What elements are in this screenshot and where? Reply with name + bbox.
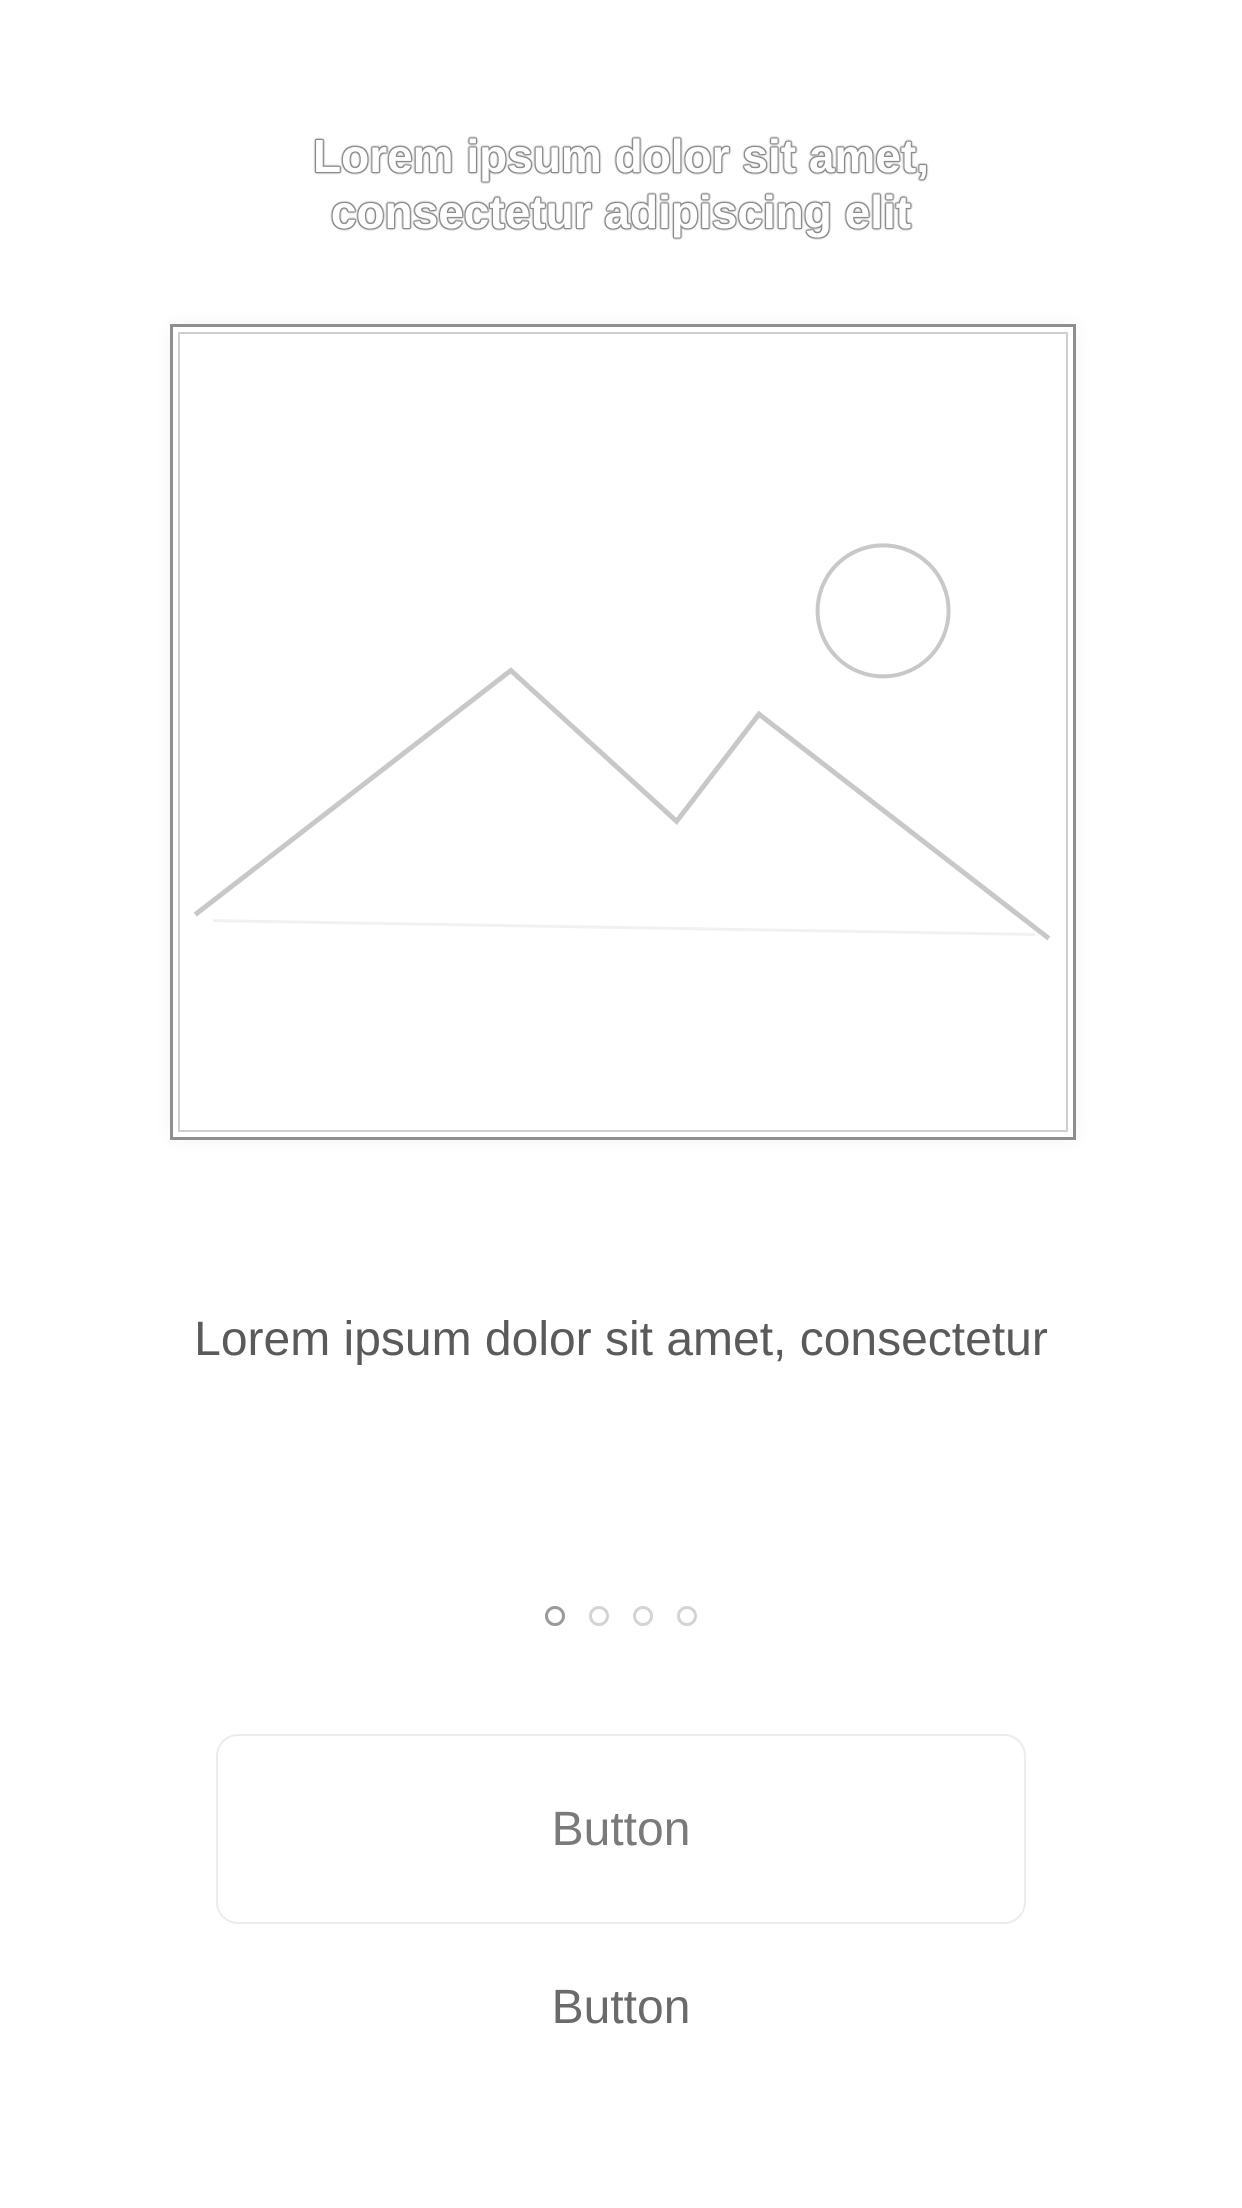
page-title: Lorem ipsum dolor sit amet, consectetur …: [0, 128, 1242, 240]
page-dot-4[interactable]: [677, 1606, 697, 1626]
title-line-2: consectetur adipiscing elit: [330, 186, 912, 238]
body-text: Lorem ipsum dolor sit amet, consectetur: [194, 1313, 1048, 1366]
secondary-button[interactable]: Button: [421, 1970, 821, 2044]
image-placeholder-icon: [193, 543, 1051, 941]
ground-line: [213, 919, 1035, 936]
hero-image-placeholder: [170, 324, 1076, 1140]
page-dot-3[interactable]: [633, 1606, 653, 1626]
page-dot-2[interactable]: [589, 1606, 609, 1626]
mountains-icon: [193, 667, 1051, 941]
primary-button[interactable]: Button: [216, 1734, 1026, 1924]
page-dot-1[interactable]: [545, 1606, 565, 1626]
page-indicator: [0, 1606, 1242, 1626]
sun-icon: [815, 543, 951, 679]
title-line-1: Lorem ipsum dolor sit amet,: [313, 130, 929, 182]
